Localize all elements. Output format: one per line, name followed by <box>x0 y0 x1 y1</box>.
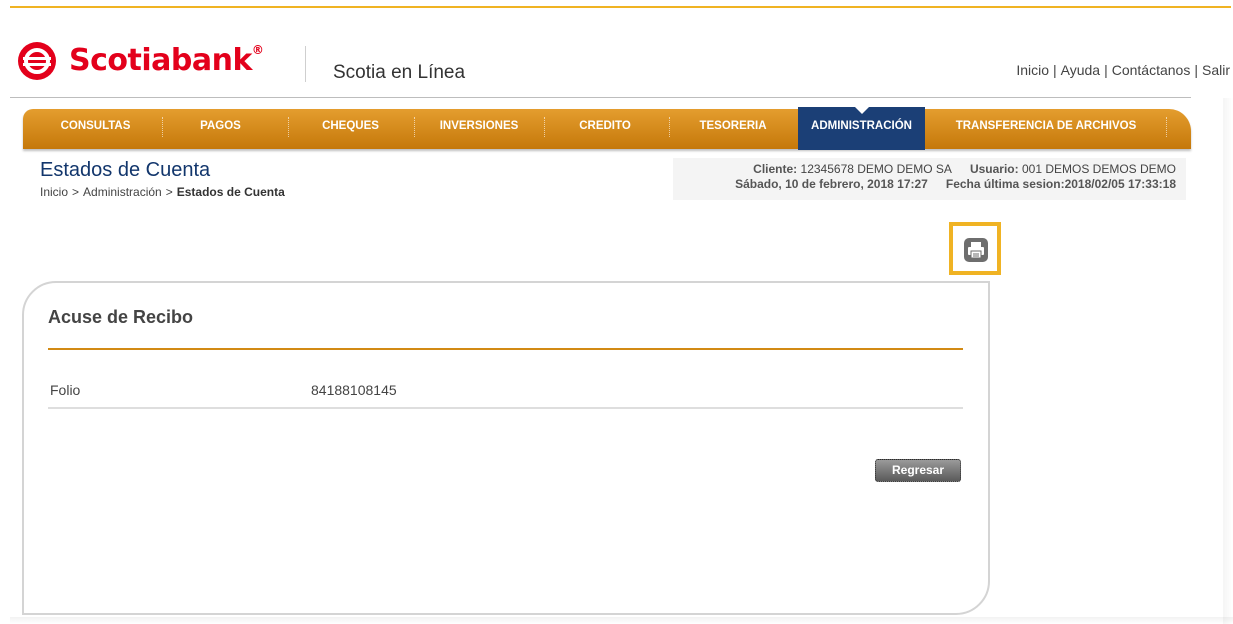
top-links: Inicio | Ayuda | Contáctanos | Salir <box>1016 62 1230 78</box>
breadcrumb-inicio[interactable]: Inicio <box>40 185 68 199</box>
breadcrumb-current: Estados de Cuenta <box>176 185 285 199</box>
header-rule <box>10 97 1191 98</box>
session-info: Cliente: 12345678 DEMO DEMO SA Usuario: 0… <box>673 158 1186 200</box>
page-title: Estados de Cuenta <box>40 159 211 181</box>
scotiabank-logo[interactable]: Scotiabank® <box>17 41 264 81</box>
breadcrumb: Inicio > Administración > Estados de Cuenta <box>40 185 285 199</box>
client-value: 12345678 DEMO DEMO SA <box>800 162 952 176</box>
nav-cheques[interactable]: CHEQUES <box>288 109 413 143</box>
nav-pagos[interactable]: PAGOS <box>163 109 278 143</box>
nav-transferencia[interactable]: TRANSFERENCIA DE ARCHIVOS <box>928 109 1164 143</box>
link-ayuda[interactable]: Ayuda <box>1061 62 1100 78</box>
receipt-title: Acuse de Recibo <box>48 307 194 327</box>
nav-inversiones[interactable]: INVERSIONES <box>415 109 543 143</box>
nav-tesoreria[interactable]: TESORERIA <box>670 109 796 143</box>
last-session-label: Fecha última sesion: <box>945 177 1065 191</box>
nav-consultas[interactable]: CONSULTAS <box>38 109 153 143</box>
product-name: Scotia en Línea <box>333 62 466 83</box>
main-nav: CONSULTAS PAGOS CHEQUES INVERSIONES CRED… <box>23 106 1191 150</box>
last-session-value: 2018/02/05 17:33:18 <box>1064 177 1176 191</box>
header: Scotiabank® Scotia en Línea Inicio | Ayuda… <box>10 8 1233 98</box>
receipt-panel: Acuse de Recibo Folio 84188108145 Regres… <box>22 281 990 615</box>
page-shadow-bottom <box>10 617 1233 624</box>
link-contactanos[interactable]: Contáctanos <box>1112 62 1191 78</box>
brand-name: Scotiabank® <box>69 43 264 78</box>
field-rule <box>48 407 963 409</box>
folio-value: 84188108145 <box>311 382 397 398</box>
page-shadow-right <box>1223 98 1233 624</box>
print-highlight <box>949 222 1001 275</box>
breadcrumb-administracion[interactable]: Administración <box>83 185 162 199</box>
nav-administracion[interactable]: ADMINISTRACIÓN <box>798 106 925 150</box>
title-rule <box>48 348 963 350</box>
session-date: Sábado, 10 de febrero, 2018 17:27 <box>735 177 928 191</box>
link-salir[interactable]: Salir <box>1202 62 1230 78</box>
print-icon <box>968 242 984 259</box>
active-notch <box>854 106 870 114</box>
folio-label: Folio <box>50 382 81 398</box>
scotiabank-logo-icon <box>18 42 56 80</box>
client-label: Cliente: <box>753 162 798 176</box>
print-button[interactable] <box>964 238 988 262</box>
header-divider <box>305 46 306 82</box>
nav-credito[interactable]: CREDITO <box>545 109 665 143</box>
link-inicio[interactable]: Inicio <box>1016 62 1049 78</box>
user-label: Usuario: <box>969 162 1019 176</box>
regresar-button[interactable]: Regresar <box>875 459 961 482</box>
user-value: 001 DEMOS DEMOS DEMO <box>1021 162 1176 176</box>
